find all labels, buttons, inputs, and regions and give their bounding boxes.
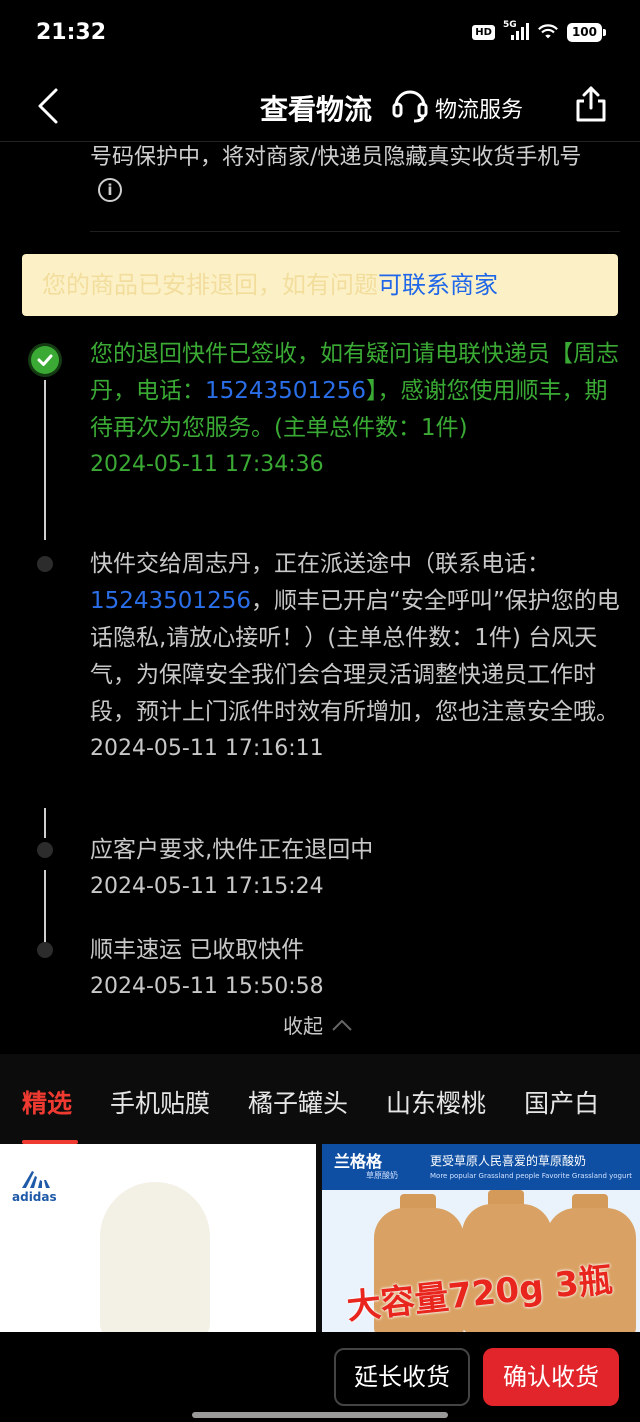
collapse-label: 收起 xyxy=(283,1014,323,1038)
battery-level: 100 xyxy=(566,22,602,42)
status-icons: HD 5G 100 xyxy=(472,20,606,42)
timeline-dot xyxy=(37,942,53,958)
divider xyxy=(90,231,620,232)
signal-icon: 5G xyxy=(503,20,529,42)
category-tabs: 精选 手机贴膜 橘子罐头 山东樱桃 国产白 xyxy=(22,1084,599,1120)
product-banner: 兰格格 草原酸奶 更受草原人民喜爱的草原酸奶 More popular Gras… xyxy=(322,1144,640,1190)
courier-phone-link[interactable]: 15243501256 xyxy=(205,378,366,404)
product-card[interactable]: adidas xyxy=(0,1144,316,1332)
timeline-item: 顺丰速运 已收取快件 2024-05-11 15:50:58 xyxy=(90,932,620,1005)
brand-sub-label: 草原酸奶 xyxy=(366,1171,398,1180)
logistics-service-link[interactable]: 物流服务 xyxy=(435,92,523,124)
headset-icon[interactable] xyxy=(390,84,430,124)
timeline-time: 2024-05-11 17:16:11 xyxy=(90,736,324,761)
timeline-line xyxy=(44,380,46,540)
timeline-item: 您的退回快件已签收，如有疑问请电联快递员【周志丹，电话：15243501256】… xyxy=(90,336,620,483)
banner-text: 您的商品已安排退回，如有问题 xyxy=(42,271,378,299)
timeline-text: 快件交给周志丹，正在派送途中（联系电话： xyxy=(90,551,550,577)
timeline-item: 快件交给周志丹，正在派送途中（联系电话：15243501256，顺丰已开启“安全… xyxy=(90,546,620,767)
timeline-text: 顺丰速运 已收取快件 xyxy=(90,937,305,963)
product-card[interactable]: 兰格格 草原酸奶 更受草原人民喜爱的草原酸奶 More popular Gras… xyxy=(322,1144,640,1332)
delivered-check-icon xyxy=(31,346,59,374)
product-slogan: 更受草原人民喜爱的草原酸奶 xyxy=(430,1154,587,1168)
category-tabs-area: 精选 手机贴膜 橘子罐头 山东樱桃 国产白 xyxy=(0,1054,640,1144)
timeline-time: 2024-05-11 15:50:58 xyxy=(90,974,324,999)
extend-receipt-button[interactable]: 延长收货 xyxy=(334,1348,470,1406)
back-icon[interactable] xyxy=(34,86,64,126)
brand-label: 兰格格 xyxy=(334,1152,383,1171)
tab-domestic[interactable]: 国产白 xyxy=(524,1084,599,1120)
timeline-line xyxy=(44,808,46,838)
return-banner: 您的商品已安排退回，如有问题可联系商家 xyxy=(22,254,618,316)
collapse-button[interactable]: 收起 xyxy=(283,1010,353,1039)
product-slogan-en: More popular Grassland people Favorite G… xyxy=(430,1172,633,1180)
brand-label: adidas xyxy=(12,1190,57,1204)
timeline-time: 2024-05-11 17:34:36 xyxy=(90,452,324,477)
share-icon[interactable] xyxy=(574,84,608,124)
tab-featured[interactable]: 精选 xyxy=(22,1084,72,1120)
courier-phone-link[interactable]: 15243501256 xyxy=(90,588,251,614)
status-bar: 21:32 HD 5G 100 xyxy=(0,0,640,66)
home-indicator[interactable] xyxy=(192,1412,448,1418)
battery-icon: 100 xyxy=(566,22,606,42)
timeline-time: 2024-05-11 17:15:24 xyxy=(90,874,324,899)
chevron-up-icon xyxy=(332,1019,352,1031)
hd-icon: HD xyxy=(472,24,495,40)
tab-shandong-cherry[interactable]: 山东樱桃 xyxy=(386,1084,486,1120)
tab-canned-orange[interactable]: 橘子罐头 xyxy=(248,1084,348,1120)
info-icon[interactable]: i xyxy=(98,178,122,202)
timeline-dot xyxy=(37,556,53,572)
nav-bar: 查看物流 物流服务 xyxy=(0,70,640,142)
confirm-receipt-button[interactable]: 确认收货 xyxy=(483,1348,619,1406)
adidas-logo xyxy=(22,1171,50,1188)
timeline-dot xyxy=(37,842,53,858)
status-time: 21:32 xyxy=(36,20,107,45)
tab-phone-film[interactable]: 手机贴膜 xyxy=(110,1084,210,1120)
timeline-item: 应客户要求,快件正在退回中 2024-05-11 17:15:24 xyxy=(90,832,620,905)
privacy-notice: 号码保护中，将对商家/快递员隐藏真实收货手机号 i xyxy=(90,142,600,206)
shoe-image xyxy=(100,1182,210,1332)
contact-merchant-link[interactable]: 可联系商家 xyxy=(378,271,498,299)
wifi-icon xyxy=(537,24,558,39)
recommendation-grid: adidas 兰格格 草原酸奶 更受草原人民喜爱的草原酸奶 More popul… xyxy=(0,1144,640,1332)
timeline-text: 应客户要求,快件正在退回中 xyxy=(90,837,374,863)
privacy-text: 号码保护中，将对商家/快递员隐藏真实收货手机号 xyxy=(90,145,582,170)
page-title: 查看物流 xyxy=(260,93,373,126)
bottom-action-bar: 延长收货 确认收货 xyxy=(0,1332,640,1422)
